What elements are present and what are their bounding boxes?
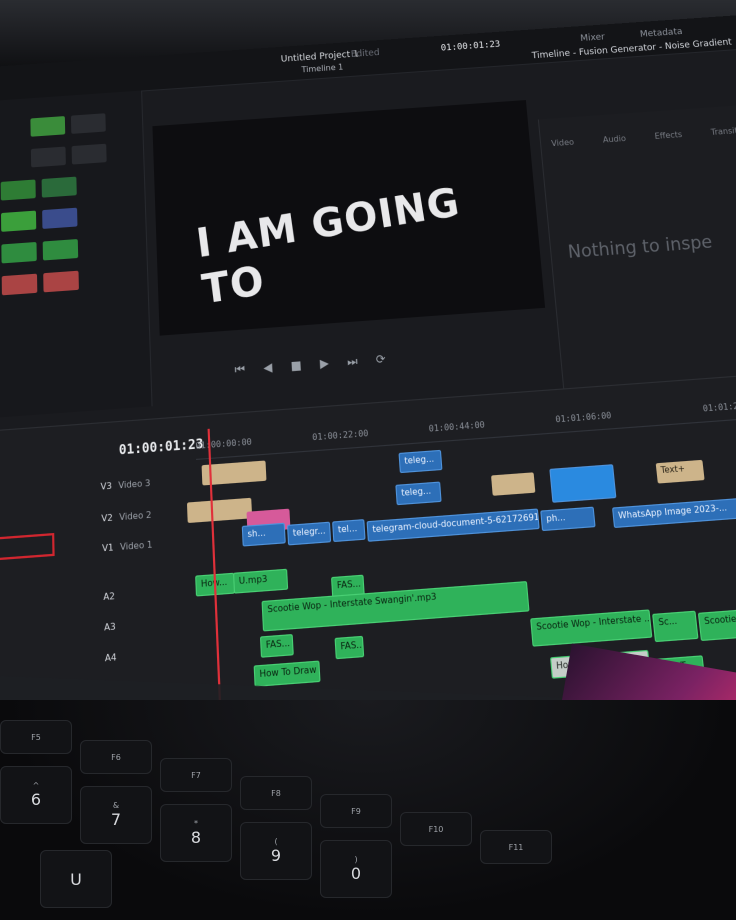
audio-clip[interactable]: FAS... (334, 635, 365, 660)
ruler-mark: 01:01:28:0 (702, 400, 736, 414)
key-8[interactable]: * 8 (160, 804, 232, 862)
step-back-icon[interactable]: ◀ (263, 360, 273, 375)
title-clip[interactable]: Text+ (655, 459, 705, 484)
audio-clip[interactable]: How To Draw Cha... (253, 660, 321, 687)
audio-clip[interactable]: Scootie ... (697, 608, 736, 642)
effect-thumbnail[interactable] (1, 273, 38, 296)
effect-thumbnail[interactable] (0, 210, 37, 232)
tab-effects[interactable]: Effects (654, 130, 682, 141)
title-clip[interactable] (186, 497, 253, 524)
laptop-keyboard: F5 F6 F7 F8 F9 F10 F11 ^ 6 & 7 * 8 (9 ) 0 U (0, 700, 736, 920)
audio-clip[interactable]: Scootie Wop - Interstate Swangin'.mp3 (261, 581, 530, 632)
transport-controls: ⏮ ◀ ■ ▶ ⏭ ⟳ (234, 351, 400, 378)
audio-clip[interactable]: Sc... (652, 610, 699, 643)
track-header-v2[interactable]: V2 Video 2 (101, 510, 151, 524)
effect-thumbnail[interactable] (43, 270, 79, 293)
ruler-mark: 01:00:00:00 (195, 436, 252, 452)
video-clip[interactable]: WhatsApp Image 2023-... (612, 497, 736, 529)
video-clip[interactable]: teleg... (395, 481, 442, 506)
effect-thumbnail[interactable] (42, 239, 79, 261)
viewer-timecode: 01:00:01:23 (440, 39, 501, 54)
mixer-button[interactable]: Mixer (580, 32, 605, 44)
effect-thumbnail[interactable] (30, 116, 66, 137)
track-header-v3[interactable]: V3 Video 3 (100, 478, 150, 492)
key-u[interactable]: U (40, 850, 112, 908)
inspector-tabs: Video Audio Effects Transition (551, 123, 736, 148)
effect-thumbnail[interactable] (0, 179, 36, 201)
skip-back-icon[interactable]: ⏮ (234, 362, 245, 377)
ruler-mark: 01:00:22:00 (311, 428, 369, 443)
key-f5[interactable]: F5 (0, 720, 72, 754)
project-title: Untitled Project 1 (280, 49, 360, 65)
video-clip[interactable] (549, 464, 617, 503)
tab-audio[interactable]: Audio (602, 134, 626, 145)
audio-clip[interactable]: FAS... (259, 633, 294, 658)
play-icon[interactable]: ▶ (320, 356, 330, 371)
effect-thumbnail[interactable] (71, 143, 107, 165)
track-header-a3[interactable]: A3 (104, 621, 122, 632)
effect-thumbnail[interactable] (41, 176, 77, 198)
timeline-ruler[interactable]: 01:00:00:00 01:00:22:00 01:00:44:00 01:0… (195, 394, 736, 460)
loop-icon[interactable]: ⟳ (375, 352, 386, 367)
video-clip[interactable]: telegr... (286, 521, 332, 546)
key-f10[interactable]: F10 (400, 812, 472, 846)
title-clip[interactable] (491, 472, 536, 496)
effect-thumbnail[interactable] (70, 113, 106, 134)
audio-clip[interactable]: U.mp3 (233, 568, 289, 594)
project-status: Edited (350, 48, 380, 60)
video-clip[interactable]: teleg... (398, 449, 443, 474)
stop-icon[interactable]: ■ (290, 358, 302, 373)
tab-video[interactable]: Video (551, 137, 575, 148)
track-header-v1[interactable]: V1 Video 1 (102, 539, 153, 553)
timeline-viewer[interactable]: I AM GOING TO (152, 100, 546, 336)
effect-thumbnail[interactable] (1, 241, 37, 264)
video-clip[interactable]: ph... (540, 506, 596, 532)
inspector-header: Timeline - Fusion Generator - Noise Grad… (531, 37, 733, 62)
timeline-selector[interactable]: Timeline 1 (301, 62, 343, 74)
effect-thumbnail[interactable] (42, 207, 78, 229)
video-clip[interactable]: sh... (241, 522, 286, 547)
key-f8[interactable]: F8 (240, 776, 312, 810)
key-f6[interactable]: F6 (80, 740, 152, 774)
key-7[interactable]: & 7 (80, 786, 152, 844)
audio-clip[interactable]: Scootie Wop - Interstate ... (530, 609, 653, 647)
key-f7[interactable]: F7 (160, 758, 232, 792)
inspector-panel: Video Audio Effects Transition Nothing t… (537, 101, 736, 394)
effect-thumbnail[interactable] (30, 146, 66, 168)
track-header-a2[interactable]: A2 (103, 590, 121, 602)
key-f9[interactable]: F9 (320, 794, 392, 828)
key-9[interactable]: (9 (240, 822, 312, 880)
ruler-mark: 01:00:44:00 (428, 419, 486, 434)
key-0[interactable]: ) 0 (320, 840, 392, 898)
video-clip[interactable]: tel... (332, 519, 366, 543)
metadata-button[interactable]: Metadata (640, 27, 683, 40)
ruler-mark: 01:01:06:00 (554, 410, 612, 425)
video-clip[interactable]: telegram-cloud-document-5-621726917... (366, 508, 540, 542)
key-f11[interactable]: F11 (480, 830, 552, 864)
inspector-empty-text: Nothing to inspe (566, 231, 714, 264)
tab-transition[interactable]: Transition (710, 125, 736, 137)
skip-forward-icon[interactable]: ⏭ (347, 354, 358, 369)
track-header-a4[interactable]: A4 (105, 652, 123, 664)
viewer-frame-text: I AM GOING TO (193, 178, 464, 314)
effects-library-panel (0, 90, 153, 420)
timeline-timecode: 01:00:01:23 (118, 435, 204, 458)
key-6[interactable]: ^ 6 (0, 766, 72, 824)
